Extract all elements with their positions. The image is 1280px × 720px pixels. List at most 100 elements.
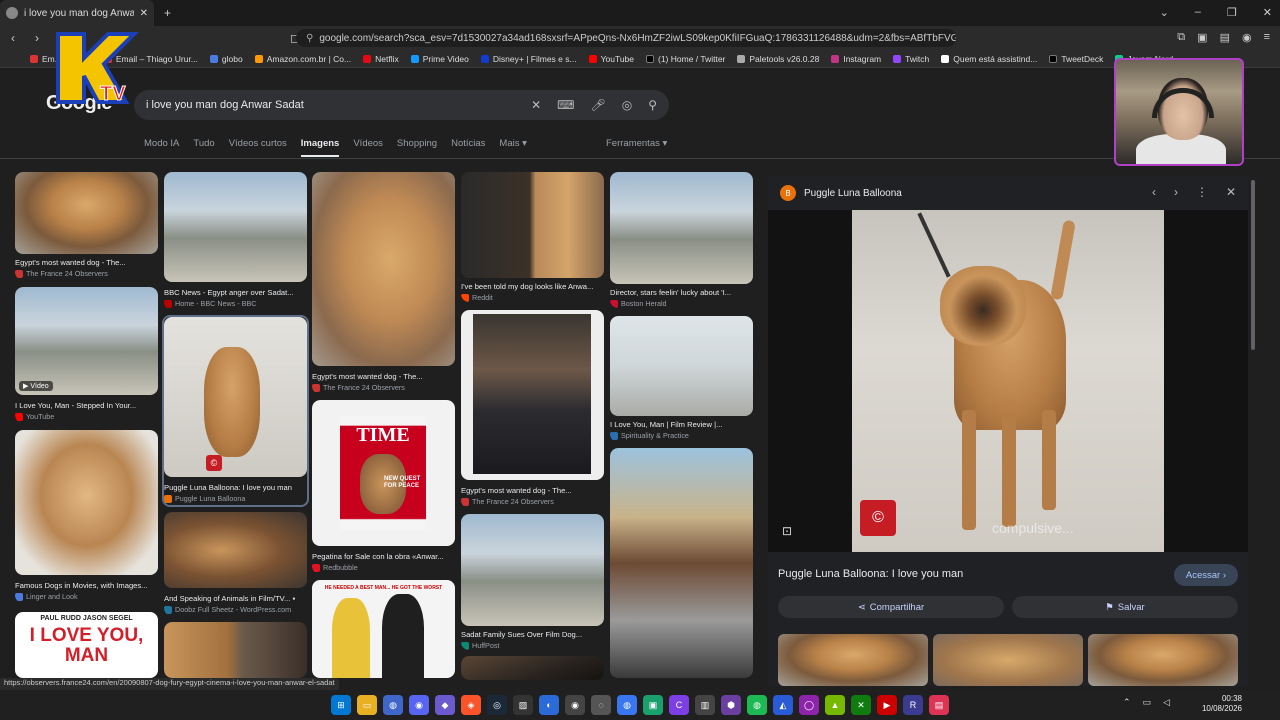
start-icon[interactable]: ⊞ (331, 695, 351, 715)
image-result[interactable]: I Love You, Man | Film Review |... Spiri… (610, 316, 753, 442)
bookmark-item[interactable]: Prime Video (410, 54, 469, 64)
close-preview-icon[interactable]: ✕ (1226, 185, 1236, 199)
tools-button[interactable]: Ferramentas ▾ (606, 138, 667, 149)
search-input[interactable]: i love you man dog Anwar Sadat (146, 99, 531, 111)
microphone-icon[interactable]: 🎤︎ (590, 98, 605, 112)
lens-icon[interactable]: ◎ (622, 98, 632, 112)
bookmark-item[interactable]: Amazon.com.br | Co... (254, 54, 351, 64)
more-options-icon[interactable]: ⋮ (1196, 185, 1208, 199)
app-icon[interactable]: ◍ (617, 695, 637, 715)
filter-all[interactable]: Tudo (193, 138, 214, 157)
xbox-icon[interactable]: ✕ (851, 695, 871, 715)
search-box[interactable]: i love you man dog Anwar Sadat ✕ ⌨ 🎤︎ ◎ … (134, 90, 669, 120)
image-result[interactable]: I've been told my dog looks like Anwa...… (461, 172, 604, 302)
save-button[interactable]: ⚑ Salvar (1012, 596, 1238, 618)
close-tab-icon[interactable]: ✕ (140, 8, 148, 19)
app-icon[interactable]: ▶ (877, 695, 897, 715)
app-icon[interactable]: ◍ (747, 695, 767, 715)
keyboard-icon[interactable]: ⌨ (557, 98, 574, 112)
new-tab-icon[interactable]: + (164, 6, 171, 20)
image-result[interactable]: BBC News - Egypt anger over Sadat... Hom… (164, 172, 307, 310)
nvidia-icon[interactable]: ▲ (825, 695, 845, 715)
wallet-icon[interactable]: ▤ (1220, 31, 1230, 44)
previous-icon[interactable]: ‹ (1152, 185, 1156, 199)
image-result[interactable]: PAUL RUDD JASON SEGEL I LOVE YOU, MAN (15, 612, 158, 678)
bookmark-item[interactable]: (1) Home / Twitter (646, 54, 725, 64)
app-icon[interactable]: ⬢ (721, 695, 741, 715)
tab-active[interactable]: i love you man dog Anwar Sadat ✕ (0, 0, 154, 26)
image-result-selected[interactable]: © Puggle Luna Balloona: I love you man P… (162, 315, 309, 507)
image-result[interactable]: Egypt's most wanted dog - The... The Fra… (15, 172, 158, 280)
app-icon[interactable]: ▣ (643, 695, 663, 715)
image-result[interactable]: TIME NEW QUEST FOR PEACE Pegatina for Sa… (312, 400, 455, 574)
profile-icon[interactable]: ◉ (1242, 31, 1252, 44)
app-icon[interactable]: C (669, 695, 689, 715)
brave-icon[interactable]: ◈ (461, 695, 481, 715)
filter-videos[interactable]: Vídeos (353, 138, 383, 157)
discord-icon[interactable]: ◉ (409, 695, 429, 715)
clear-icon[interactable]: ✕ (531, 98, 541, 112)
bookmark-item[interactable]: Netflix (363, 54, 399, 64)
bookmark-item[interactable]: Instagram (831, 54, 881, 64)
image-result[interactable] (461, 656, 604, 680)
app-icon[interactable]: ◍ (383, 695, 403, 715)
app-icon[interactable]: ▥ (695, 695, 715, 715)
image-result[interactable]: ▶ Vídeo I Love You, Man - Stepped In You… (15, 287, 158, 423)
panel-scrollbar[interactable] (1251, 180, 1255, 350)
app-icon[interactable]: ◭ (773, 695, 793, 715)
extensions-icon[interactable]: ⧉ (1177, 31, 1185, 44)
app-icon[interactable]: ◌ (591, 695, 611, 715)
maximize-icon[interactable]: ❐ (1227, 6, 1237, 19)
clock[interactable]: 00:38 10/08/2026 (1202, 694, 1242, 714)
bookmark-item[interactable]: Paletools v26.0.28 (737, 54, 819, 64)
image-result[interactable] (164, 622, 307, 678)
filter-more[interactable]: Mais ▾ (499, 138, 526, 157)
tray-chevron-icon[interactable]: ⌃ (1123, 697, 1131, 708)
filter-news[interactable]: Notícias (451, 138, 485, 157)
app-icon[interactable]: ◯ (799, 695, 819, 715)
preview-site-name[interactable]: Puggle Luna Balloona (804, 188, 902, 199)
visit-button[interactable]: Acessar › (1173, 564, 1238, 586)
window-close-icon[interactable]: ✕ (1263, 6, 1272, 19)
menu-icon[interactable]: ≡ (1264, 31, 1270, 44)
image-result[interactable]: Director, stars feelin' lucky about 'I..… (610, 172, 753, 308)
next-icon[interactable]: › (1174, 185, 1178, 199)
filter-shopping[interactable]: Shopping (397, 138, 437, 157)
sidebar-icon[interactable]: ▣ (1197, 31, 1207, 44)
image-result[interactable]: Egypt's most wanted dog - The... The Fra… (312, 172, 455, 394)
address-bar[interactable]: ⚲ google.com/search?sca_esv=7d1530027a34… (296, 29, 956, 47)
filter-short-videos[interactable]: Vídeos curtos (229, 138, 287, 157)
bookmark-item[interactable]: YouTube (588, 54, 634, 64)
preview-title[interactable]: Puggle Luna Balloona: I love you man (778, 568, 963, 580)
steam-icon[interactable]: ◎ (487, 695, 507, 715)
bookmark-item[interactable]: Quem está assistind... (941, 54, 1037, 64)
network-icon[interactable]: ▭ (1143, 697, 1152, 708)
preview-image[interactable]: compulsive... © ⊡ (768, 210, 1248, 552)
app-icon[interactable]: ◐ (539, 695, 559, 715)
site-info-icon[interactable]: ⚲ (306, 33, 313, 44)
related-thumbnail[interactable] (933, 634, 1083, 686)
minimize-icon[interactable]: – (1195, 6, 1201, 19)
file-explorer-icon[interactable]: ▭ (357, 695, 377, 715)
image-result[interactable] (610, 448, 753, 678)
lens-search-icon[interactable]: ⊡ (782, 524, 792, 538)
volume-icon[interactable]: ◁ (1163, 697, 1170, 708)
image-result[interactable]: HE NEEDED A BEST MAN... HE GOT THE WORST (312, 580, 455, 678)
bookmark-item[interactable]: Twitch (893, 54, 929, 64)
bookmark-item[interactable]: globo (209, 54, 243, 64)
tab-search-icon[interactable]: ⌄ (1160, 6, 1169, 19)
forward-icon[interactable]: › (30, 31, 44, 45)
image-result[interactable]: Famous Dogs in Movies, with Images... Li… (15, 430, 158, 603)
related-thumbnail[interactable] (778, 634, 928, 686)
share-button[interactable]: ⋖ Compartilhar (778, 596, 1004, 618)
image-result[interactable]: Sadat Family Sues Over Film Dog... HuffP… (461, 514, 604, 650)
related-thumbnail[interactable] (1088, 634, 1238, 686)
app-icon[interactable]: R (903, 695, 923, 715)
filter-images[interactable]: Imagens (300, 138, 340, 157)
back-icon[interactable]: ‹ (6, 31, 20, 45)
bookmark-item[interactable]: Disney+ | Filmes e s... (480, 54, 577, 64)
image-result[interactable]: And Speaking of Animals in Film/TV... ▪ … (164, 512, 307, 616)
app-icon[interactable]: ◆ (435, 695, 455, 715)
image-result[interactable]: Egypt's most wanted dog - The... The Fra… (461, 310, 604, 508)
bookmark-item[interactable]: TweetDeck (1049, 54, 1103, 64)
